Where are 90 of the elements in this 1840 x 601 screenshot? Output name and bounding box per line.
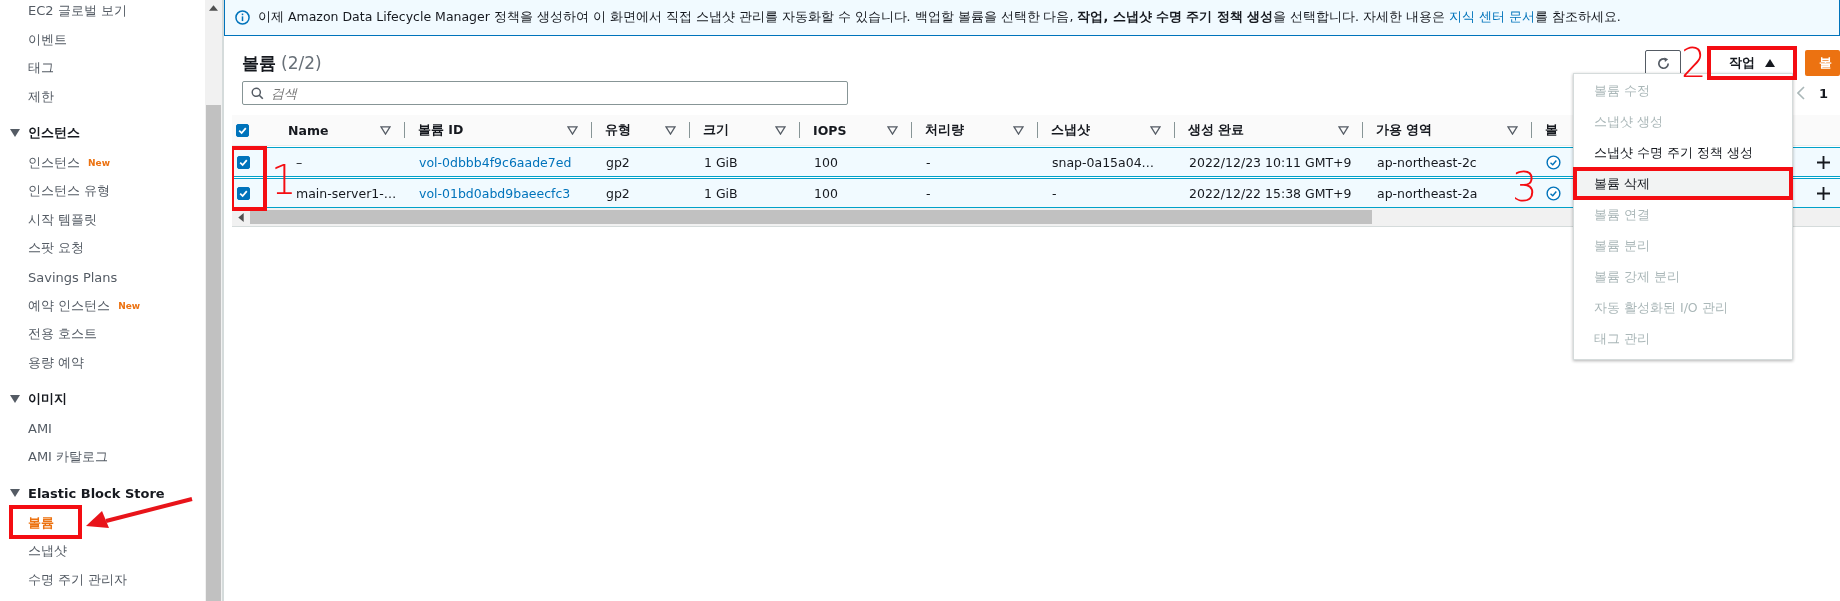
nav-link[interactable]: 시작 템플릿	[28, 210, 98, 229]
menu-item[interactable]: 스냅샷 수명 주기 정책 생성	[1574, 138, 1792, 169]
sort-icon	[1338, 125, 1349, 135]
checkbox[interactable]	[236, 123, 249, 137]
nav-link[interactable]: 인스턴스 유형	[28, 182, 111, 201]
left-arrow-icon	[238, 212, 244, 222]
table-cell: -	[926, 154, 931, 170]
table-cell: 100	[814, 185, 838, 201]
volume-id-link[interactable]: vol-0dbbb4f9c6aade7ed	[419, 154, 572, 170]
nav-link[interactable]: 전용 호스트	[28, 325, 98, 344]
checkbox[interactable]	[237, 155, 250, 169]
nav-link[interactable]: 제한	[28, 88, 54, 107]
column-header[interactable]: 생성 완료	[1188, 121, 1245, 139]
search-field[interactable]: 검색	[242, 81, 848, 105]
caret-icon	[10, 395, 20, 404]
step-number: 3	[1512, 167, 1538, 207]
column-header[interactable]: 크기	[703, 121, 729, 139]
check-circle-icon	[1546, 154, 1561, 170]
section-title: 이미지	[28, 390, 67, 409]
nav-link[interactable]: 용량 예약	[28, 353, 85, 372]
chevron-left-icon	[1796, 86, 1805, 100]
page-number[interactable]: 1	[1818, 85, 1828, 101]
column-header[interactable]: 스냅샷	[1051, 121, 1090, 139]
sort-icon	[1507, 125, 1518, 135]
refresh-icon	[1655, 55, 1671, 71]
sort-icon	[775, 125, 786, 135]
page-title: 볼륨	[242, 51, 276, 75]
sort-icon	[1150, 125, 1161, 135]
table-cell: ap-northeast-2c	[1377, 154, 1477, 170]
nav-link[interactable]: AMI 카탈로그	[28, 448, 109, 466]
item-count: (2/2)	[281, 52, 322, 73]
nav-link[interactable]: Savings Plans	[28, 269, 118, 285]
nav-link[interactable]: 예약 인스턴스	[28, 296, 111, 315]
table-cell: gp2	[606, 154, 630, 170]
sort-icon	[1013, 125, 1024, 135]
caret-icon	[1765, 59, 1775, 67]
table-cell: ap-northeast-2a	[1377, 185, 1478, 201]
table-cell: 1 GiB	[704, 154, 738, 170]
search-icon	[251, 87, 264, 100]
info-icon	[235, 10, 250, 25]
plus-icon	[1817, 155, 1830, 169]
refresh-button[interactable]	[1645, 50, 1681, 76]
table-cell: -	[926, 185, 931, 201]
section-header[interactable]: 이미지	[0, 384, 205, 415]
docs-link[interactable]: 지식 센터 문서	[1448, 9, 1535, 24]
section-header[interactable]: 인스턴스	[0, 118, 205, 149]
nav-link[interactable]: 태그	[28, 59, 54, 78]
section-header[interactable]: Elastic Block Store	[0, 478, 205, 509]
table-cell: gp2	[606, 185, 630, 201]
column-header[interactable]: 볼	[1545, 121, 1558, 139]
nav-link[interactable]: EC2 글로벌 보기	[28, 2, 127, 21]
section-title: 인스턴스	[28, 124, 80, 143]
nav-link[interactable]: 이벤트	[28, 30, 67, 49]
table-cell: -	[1052, 185, 1057, 201]
scrollbar-thumb[interactable]	[250, 210, 1372, 224]
table-cell: snap-0a15a04…	[1052, 154, 1155, 170]
column-header[interactable]: 처리량	[925, 121, 964, 139]
column-header[interactable]: 가용 영역	[1376, 121, 1433, 139]
up-arrow-icon	[209, 5, 218, 11]
new-label: New	[118, 300, 141, 311]
sort-icon	[665, 125, 676, 135]
caret-icon	[10, 129, 20, 138]
nav-link[interactable]: AMI	[28, 420, 52, 436]
column-header[interactable]: Name	[288, 122, 329, 138]
nav-link[interactable]: 스팟 요청	[28, 239, 85, 258]
sort-icon	[887, 125, 898, 135]
column-header[interactable]: 볼륨 ID	[418, 121, 464, 139]
scrollbar[interactable]	[205, 0, 222, 601]
column-header[interactable]: 유형	[605, 121, 631, 139]
column-header[interactable]: IOPS	[813, 122, 847, 138]
table-cell: 2022/12/22 15:38 GMT+9	[1189, 185, 1352, 201]
table-cell: 2022/12/23 10:11 GMT+9	[1189, 154, 1352, 170]
table-cell: 100	[814, 154, 838, 170]
table-cell: 1 GiB	[704, 185, 738, 201]
table-cell: main-server1-…	[296, 185, 397, 201]
scrollbar-thumb[interactable]	[206, 105, 221, 601]
sort-icon	[567, 125, 578, 135]
nav-link[interactable]: 인스턴스	[28, 153, 80, 172]
nav-link[interactable]: 스냅샷	[28, 542, 67, 561]
nav-link[interactable]: 수명 주기 관리자	[28, 570, 128, 589]
plus-icon	[1817, 186, 1830, 200]
table-cell: –	[296, 154, 303, 170]
checkbox[interactable]	[237, 186, 250, 200]
banner-text: 이제 Amazon Data Lifecycle Manager 정책을 생성하여 이 화면에서 직접 스냅샷 관리를 자동화할 수 있습니다. 백업할 볼륨을 선택한 다음, 작업, 스냅샷 수명 주기 정책 생성을 선택합니다. 자세한 내용은 지식 센터 문서 를 참조하세요.	[258, 9, 1621, 26]
volume-id-link[interactable]: vol-01bd0abd9baeecfc3	[419, 185, 571, 201]
sort-icon	[380, 125, 391, 135]
section-title: Elastic Block Store	[28, 485, 165, 501]
check-circle-icon	[1546, 185, 1561, 201]
new-label: New	[88, 157, 110, 168]
caret-icon	[10, 489, 20, 498]
